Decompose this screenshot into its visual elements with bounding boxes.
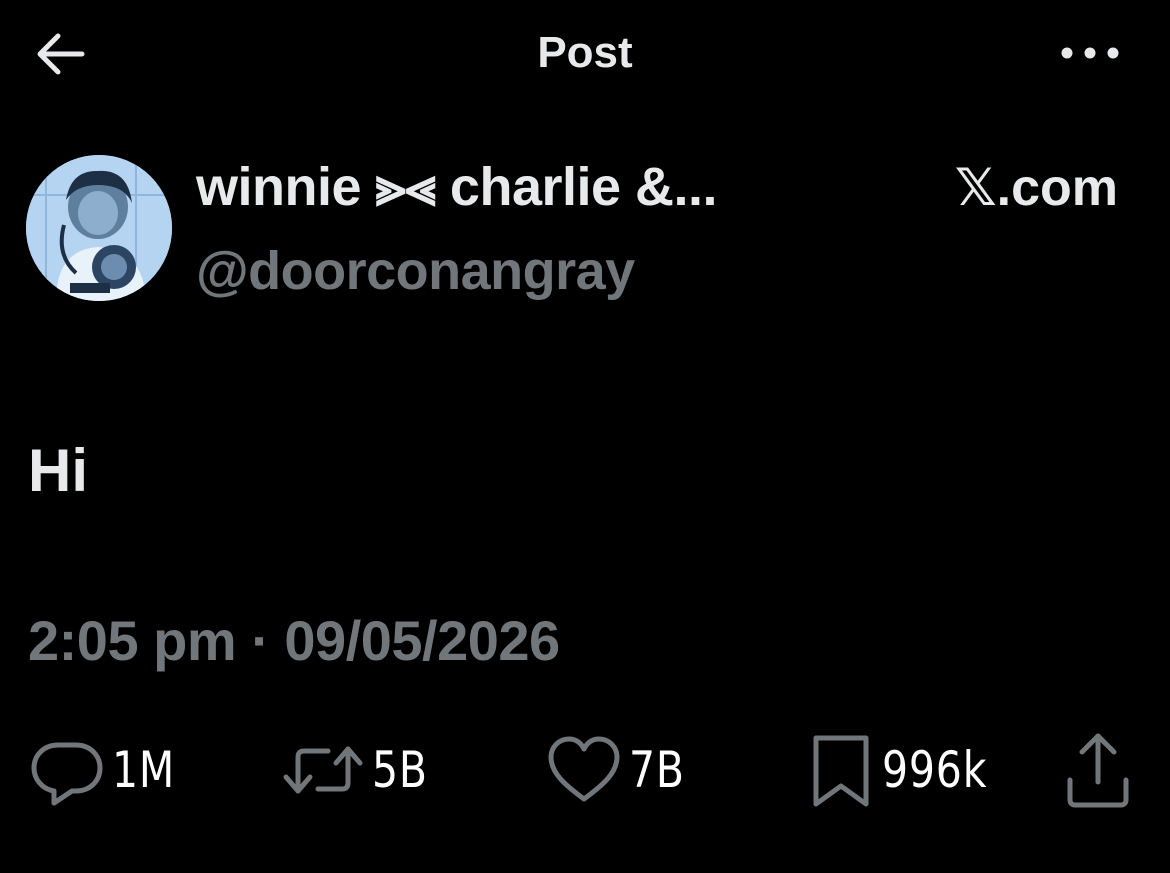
post-timestamp[interactable]: 2:05 pm · 09/05/2026 [28,608,560,673]
bookmark-button[interactable]: 996k [806,720,1010,820]
action-bar: 1M 5B 7B 996k [0,720,1170,830]
share-icon [1067,733,1129,808]
share-button[interactable] [1062,720,1134,820]
bookmark-icon [813,735,869,807]
page-title: Post [537,28,633,77]
like-button[interactable]: 7B [545,720,697,820]
avatar-photo [26,155,172,301]
more-options-button[interactable] [1050,30,1130,76]
post-text: Hi [28,437,88,504]
repost-icon [283,746,363,794]
heart-icon [548,736,620,802]
arrow-left-icon [37,33,85,75]
author-display-name[interactable]: winnie ⪢⪡ charlie &... [196,156,876,219]
avatar[interactable] [26,155,172,301]
more-horizontal-icon [1061,47,1119,59]
like-count: 7B [629,741,685,799]
reply-icon [31,742,103,806]
source-label: 𝕏.com [954,159,1118,217]
reply-button[interactable]: 1M [28,720,189,820]
back-button[interactable] [30,26,90,82]
author-handle[interactable]: @doorconangray [196,240,635,302]
top-bar: Post [0,0,1170,110]
repost-count: 5B [372,741,428,799]
repost-button[interactable]: 5B [280,720,440,820]
reply-count: 1M [112,741,176,799]
bookmark-count: 996k [882,741,988,799]
